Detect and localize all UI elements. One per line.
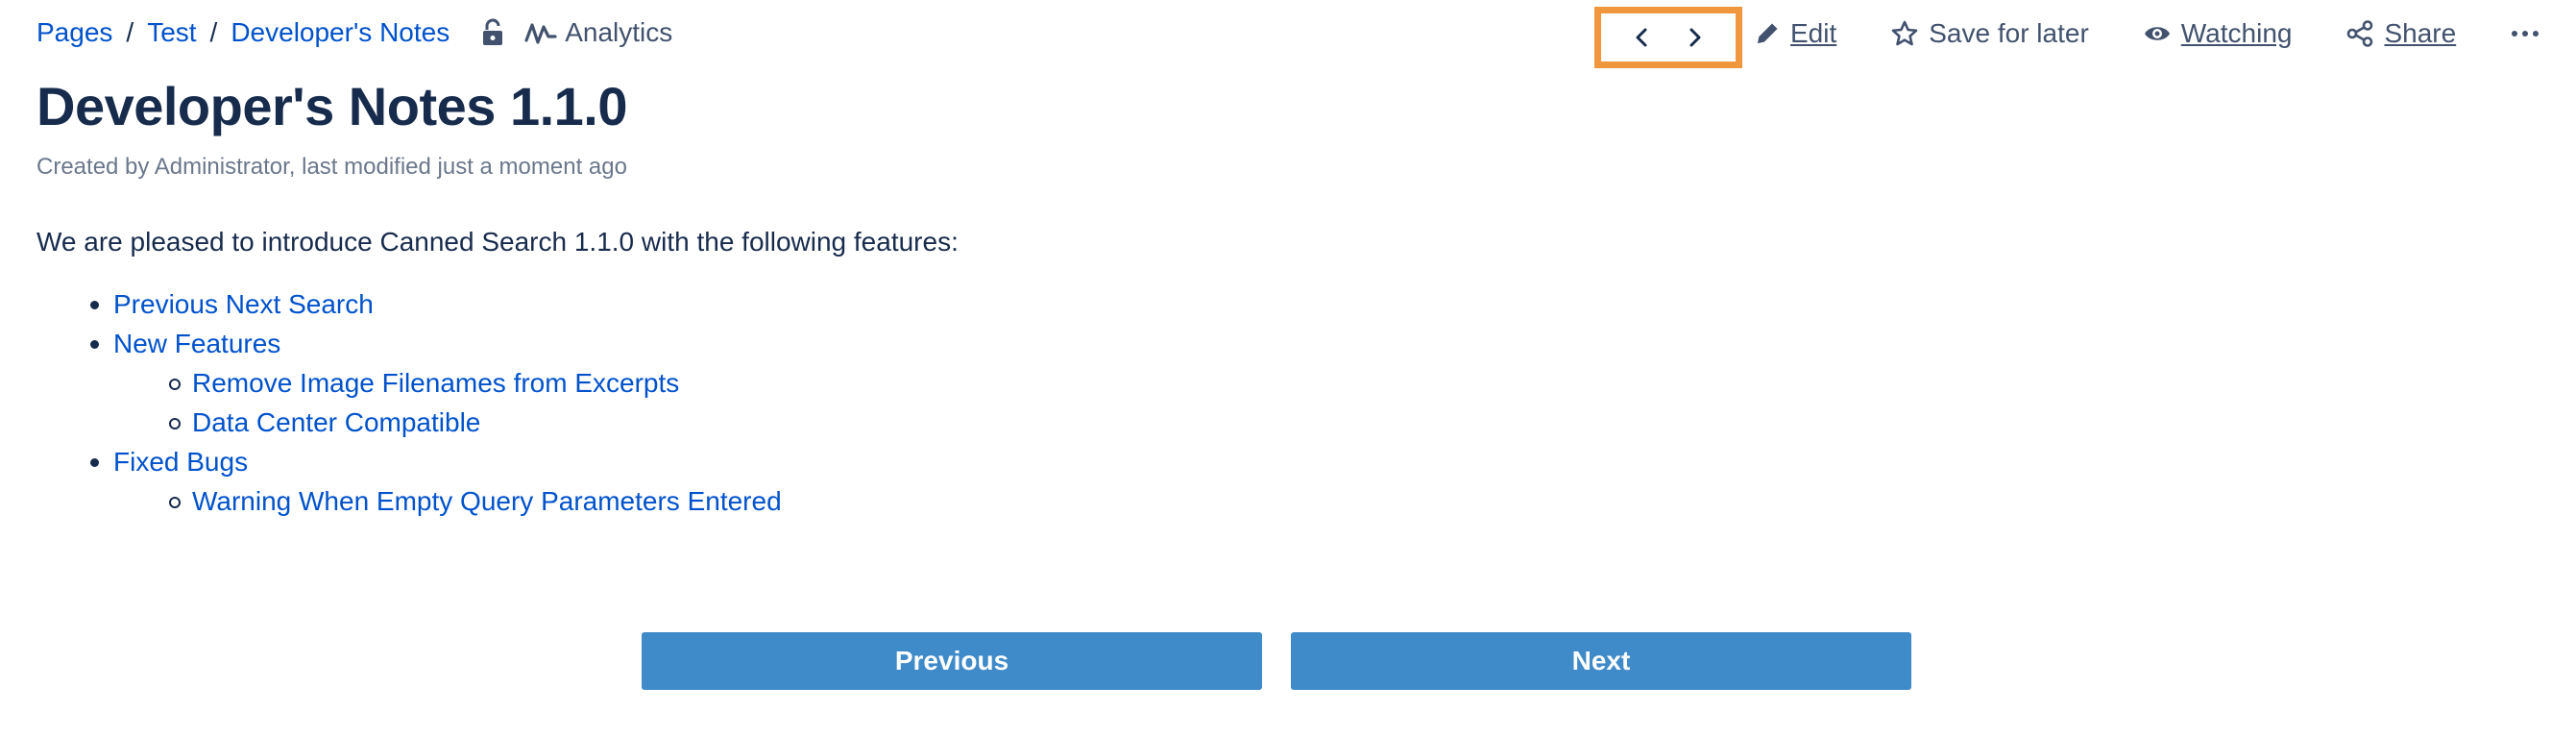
- list-item: Warning When Empty Query Parameters Ente…: [36, 481, 782, 521]
- chevron-left-icon: [1636, 28, 1647, 47]
- analytics-link[interactable]: Analytics: [524, 17, 672, 48]
- chevron-right-icon: [1689, 28, 1701, 47]
- list-item: Remove Image Filenames from Excerpts: [36, 363, 782, 403]
- watching-label: Watching: [2180, 18, 2293, 48]
- feature-link-data-center-compatible[interactable]: Data Center Compatible: [192, 407, 480, 438]
- analytics-label: Analytics: [565, 17, 673, 47]
- breadcrumb: Pages / Test / Developer's Notes Analyti…: [36, 13, 672, 52]
- more-horizontal-icon: [2512, 31, 2540, 37]
- eye-icon: [2144, 27, 2170, 40]
- feature-link-fixed-bugs[interactable]: Fixed Bugs: [113, 447, 248, 478]
- save-for-later-button[interactable]: Save for later: [1890, 18, 2089, 49]
- page-toolbar: Edit Save for later Watching Share: [1594, 7, 2550, 68]
- list-item: Data Center Compatible: [36, 403, 782, 442]
- list-item: Previous Next Search: [36, 284, 782, 324]
- share-label: Share: [2384, 18, 2457, 48]
- edit-label: Edit: [1790, 18, 1837, 48]
- pencil-icon: [1758, 23, 1778, 43]
- next-button[interactable]: Next: [1291, 632, 1911, 690]
- list-item: Fixed Bugs: [36, 442, 782, 481]
- previous-button[interactable]: Previous: [642, 632, 1262, 690]
- star-icon: [1891, 20, 1918, 46]
- save-for-later-label: Save for later: [1929, 18, 2089, 48]
- next-page-button[interactable]: [1682, 20, 1709, 55]
- breadcrumb-separator: /: [209, 17, 218, 47]
- page-byline: Created by Administrator, last modified …: [36, 154, 627, 180]
- feature-link-remove-image-filenames[interactable]: Remove Image Filenames from Excerpts: [192, 368, 679, 399]
- feature-link-warning-empty-query[interactable]: Warning When Empty Query Parameters Ente…: [192, 486, 782, 517]
- share-icon: [2347, 20, 2373, 47]
- page-pager-highlight: [1594, 7, 1742, 68]
- feature-link-new-features[interactable]: New Features: [113, 329, 280, 359]
- breadcrumb-separator: /: [126, 17, 134, 47]
- share-button[interactable]: Share: [2345, 18, 2456, 49]
- intro-paragraph: We are pleased to introduce Canned Searc…: [36, 227, 959, 257]
- page-title: Developer's Notes 1.1.0: [36, 76, 628, 136]
- analytics-icon: [524, 23, 557, 44]
- unlock-icon[interactable]: [480, 18, 505, 47]
- breadcrumb-test[interactable]: Test: [147, 17, 196, 48]
- edit-button[interactable]: Edit: [1754, 18, 1836, 49]
- feature-list: Previous Next Search New Features Remove…: [36, 284, 782, 521]
- breadcrumb-developers-notes[interactable]: Developer's Notes: [231, 17, 450, 48]
- more-actions-button[interactable]: [2510, 29, 2550, 38]
- confluence-page: Pages / Test / Developer's Notes Analyti…: [0, 0, 2576, 736]
- list-item: New Features: [36, 324, 782, 363]
- previous-page-button[interactable]: [1628, 20, 1655, 55]
- breadcrumb-pages[interactable]: Pages: [36, 17, 112, 48]
- feature-link-previous-next-search[interactable]: Previous Next Search: [113, 289, 374, 320]
- watching-button[interactable]: Watching: [2143, 18, 2293, 49]
